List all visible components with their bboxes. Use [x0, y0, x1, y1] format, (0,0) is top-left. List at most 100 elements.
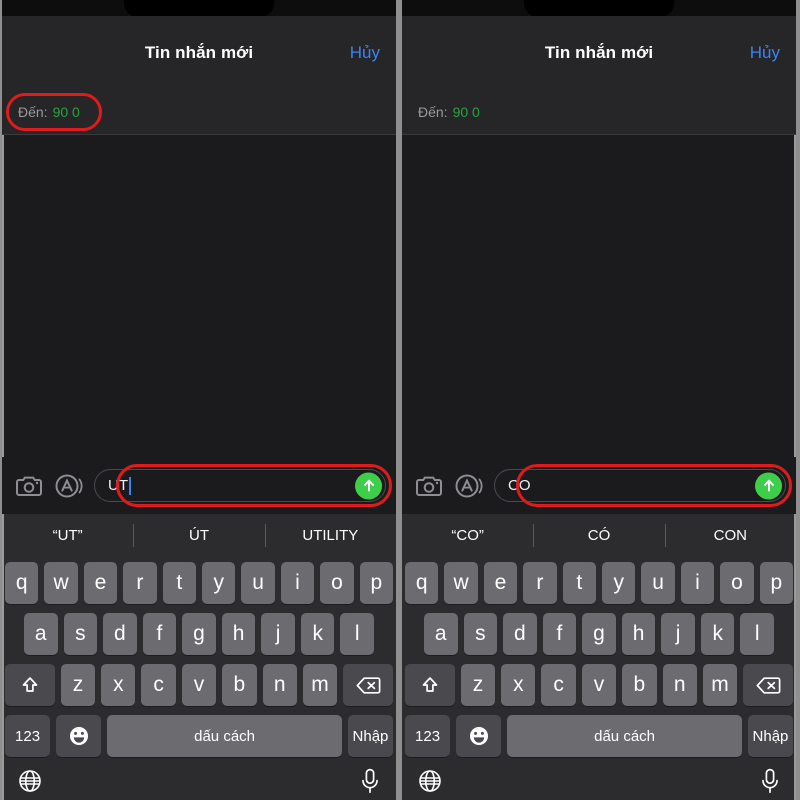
- key-o[interactable]: o: [320, 562, 354, 604]
- key-v[interactable]: v: [581, 664, 617, 706]
- key-a[interactable]: a: [423, 613, 458, 655]
- emoji-smiley-icon[interactable]: [56, 715, 102, 757]
- key-w[interactable]: w: [44, 562, 78, 604]
- keyboard-row-3: z x c v b n m: [405, 664, 793, 706]
- recipient-field-row[interactable]: Đến: 90 0: [2, 90, 396, 135]
- camera-icon[interactable]: [414, 471, 444, 501]
- key-g[interactable]: g: [582, 613, 616, 655]
- numeric-key[interactable]: 123: [405, 715, 451, 757]
- prediction-candidate-2[interactable]: ÚT: [133, 514, 264, 557]
- space-key[interactable]: dấu cách: [507, 715, 742, 757]
- key-a[interactable]: a: [23, 613, 58, 655]
- key-t[interactable]: t: [162, 562, 196, 604]
- key-c[interactable]: c: [141, 664, 176, 706]
- key-p[interactable]: p: [759, 562, 794, 604]
- prediction-candidate-1[interactable]: “CO”: [402, 514, 533, 557]
- key-e[interactable]: e: [83, 562, 118, 604]
- prediction-candidate-1[interactable]: “UT”: [2, 514, 133, 557]
- key-x[interactable]: x: [501, 664, 536, 706]
- key-h[interactable]: h: [221, 613, 256, 655]
- app-store-icon[interactable]: [454, 471, 484, 501]
- keyboard-row-2: a s d f g h j k l: [5, 613, 393, 655]
- numeric-key[interactable]: 123: [5, 715, 51, 757]
- send-button[interactable]: [355, 472, 382, 499]
- notch: [124, 0, 274, 17]
- prediction-candidate-2[interactable]: CÓ: [533, 514, 664, 557]
- key-t[interactable]: t: [562, 562, 596, 604]
- key-l[interactable]: l: [740, 613, 775, 655]
- key-y[interactable]: y: [202, 562, 236, 604]
- keyboard-bottom-bar: [5, 766, 393, 800]
- shift-up-arrow-icon[interactable]: [405, 664, 455, 706]
- key-i[interactable]: i: [680, 562, 715, 604]
- recipient-value: 90 0: [52, 104, 80, 120]
- key-r[interactable]: r: [123, 562, 157, 604]
- key-d[interactable]: d: [103, 613, 137, 655]
- key-w[interactable]: w: [444, 562, 478, 604]
- shift-up-arrow-icon[interactable]: [5, 664, 55, 706]
- globe-language-icon[interactable]: [18, 769, 42, 798]
- keyboard-row-4: 123 dấu cách Nhập: [405, 715, 794, 757]
- emoji-smiley-icon[interactable]: [456, 715, 502, 757]
- send-button[interactable]: [755, 472, 782, 499]
- message-input[interactable]: UT: [94, 469, 386, 502]
- prediction-candidate-3[interactable]: UTILITY: [264, 514, 396, 557]
- key-m[interactable]: m: [302, 664, 338, 706]
- key-r[interactable]: r: [523, 562, 557, 604]
- prediction-candidate-3[interactable]: CON: [664, 514, 796, 557]
- phone-panel-left: Tin nhắn mới Hủy Đến: 90 0 UT “UT” ÚT UT…: [2, 0, 396, 800]
- space-key[interactable]: dấu cách: [107, 715, 342, 757]
- key-v[interactable]: v: [181, 664, 217, 706]
- key-q[interactable]: q: [4, 562, 39, 604]
- return-key[interactable]: Nhập: [747, 715, 794, 757]
- key-g[interactable]: g: [182, 613, 216, 655]
- key-b[interactable]: b: [222, 664, 257, 706]
- camera-icon[interactable]: [14, 471, 44, 501]
- on-screen-keyboard: q w e r t y u i o p a s d f g h j k l z …: [2, 557, 396, 800]
- key-n[interactable]: n: [662, 664, 697, 706]
- message-input[interactable]: CO: [494, 469, 786, 502]
- key-o[interactable]: o: [720, 562, 754, 604]
- cancel-button[interactable]: Hủy: [350, 43, 380, 63]
- key-f[interactable]: f: [142, 613, 177, 655]
- backspace-delete-icon[interactable]: [743, 664, 793, 706]
- key-x[interactable]: x: [101, 664, 136, 706]
- key-n[interactable]: n: [262, 664, 297, 706]
- key-e[interactable]: e: [483, 562, 518, 604]
- recipient-label: Đến:: [418, 104, 448, 120]
- key-q[interactable]: q: [404, 562, 439, 604]
- prediction-bar: “CO” CÓ CON: [402, 514, 796, 557]
- backspace-delete-icon[interactable]: [343, 664, 393, 706]
- key-c[interactable]: c: [541, 664, 576, 706]
- key-z[interactable]: z: [460, 664, 496, 706]
- key-d[interactable]: d: [503, 613, 537, 655]
- key-j[interactable]: j: [661, 613, 695, 655]
- recipient-field-row[interactable]: Đến: 90 0: [402, 90, 796, 135]
- recipient-label: Đến:: [18, 104, 48, 120]
- microphone-icon[interactable]: [760, 768, 780, 799]
- text-cursor: [129, 476, 131, 495]
- key-k[interactable]: k: [300, 613, 335, 655]
- key-m[interactable]: m: [702, 664, 738, 706]
- key-u[interactable]: u: [641, 562, 675, 604]
- message-composer-bar: UT: [2, 457, 396, 514]
- key-p[interactable]: p: [359, 562, 394, 604]
- key-u[interactable]: u: [241, 562, 275, 604]
- key-k[interactable]: k: [700, 613, 735, 655]
- key-y[interactable]: y: [602, 562, 636, 604]
- microphone-icon[interactable]: [360, 768, 380, 799]
- key-f[interactable]: f: [542, 613, 577, 655]
- key-i[interactable]: i: [280, 562, 315, 604]
- key-s[interactable]: s: [463, 613, 498, 655]
- cancel-button[interactable]: Hủy: [750, 43, 780, 63]
- key-h[interactable]: h: [621, 613, 656, 655]
- key-l[interactable]: l: [340, 613, 375, 655]
- keyboard-row-4: 123 dấu cách Nhập: [5, 715, 394, 757]
- globe-language-icon[interactable]: [418, 769, 442, 798]
- key-b[interactable]: b: [622, 664, 657, 706]
- return-key[interactable]: Nhập: [347, 715, 394, 757]
- key-s[interactable]: s: [63, 613, 98, 655]
- key-z[interactable]: z: [60, 664, 96, 706]
- app-store-icon[interactable]: [54, 471, 84, 501]
- key-j[interactable]: j: [261, 613, 295, 655]
